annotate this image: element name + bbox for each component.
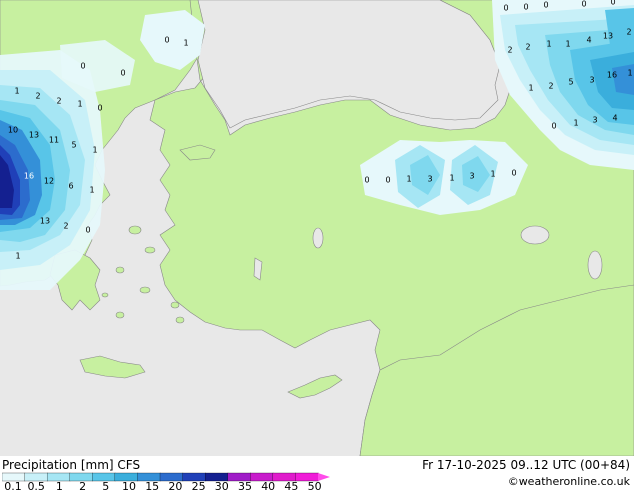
value-label: 3	[589, 76, 594, 85]
value-label: 5	[568, 78, 573, 87]
legend-tick-label: 40	[261, 480, 276, 493]
valid-time: Fr 17-10-2025 09..12 UTC (00+84)	[422, 458, 630, 472]
title-text: Precipitation [mm]	[2, 458, 114, 472]
value-label: 2	[63, 222, 68, 231]
value-label: 0	[85, 226, 90, 235]
value-label: 4	[586, 36, 591, 45]
value-label: 3	[427, 175, 432, 184]
value-label: 1	[490, 170, 495, 179]
value-label: 3	[469, 172, 474, 181]
value-label: 4	[612, 114, 617, 123]
legend-tick-label: 35	[238, 480, 252, 493]
value-label: 0	[385, 176, 390, 185]
value-label: 5	[71, 141, 76, 150]
legend-tick-label: 0.1	[4, 480, 22, 493]
value-label: 0	[164, 36, 169, 45]
value-label: 0	[523, 3, 528, 12]
legend-tick-label: 20	[168, 480, 183, 493]
legend-tick-label: 2	[79, 480, 87, 493]
value-label: 0	[364, 176, 369, 185]
value-label: 1	[528, 84, 533, 93]
value-label: 1	[15, 252, 20, 261]
value-label: 2	[548, 82, 553, 91]
lake-tuz	[312, 227, 324, 249]
legend-tick-label: 45	[284, 480, 299, 493]
value-label: 1	[89, 186, 94, 195]
map-title: Precipitation [mm] CFS	[2, 458, 140, 472]
value-label: 0	[120, 69, 125, 78]
legend-tick-label: 5	[102, 480, 110, 493]
value-label: 0	[610, 0, 615, 7]
value-label: 0	[581, 0, 586, 9]
value-label: 1	[77, 100, 82, 109]
value-label: 1	[565, 40, 570, 49]
value-label: 2	[56, 97, 61, 106]
model-name: CFS	[117, 458, 141, 472]
value-label: 2	[525, 43, 530, 52]
legend-tick-label: 15	[145, 480, 160, 493]
value-label: 2	[626, 28, 631, 37]
value-label: 1	[406, 175, 411, 184]
value-label: 0	[503, 4, 508, 13]
precipitation-map: 0 0 0 0 00 10013 22 2 1 1 416 135214310122 1 01013115…	[0, 0, 634, 456]
value-label: 13	[29, 131, 39, 140]
legend-tick-label: 30	[214, 480, 229, 493]
value-label: 1	[449, 174, 454, 183]
credit-text: ©weatheronline.co.uk	[507, 475, 630, 488]
legend-tick-label: 25	[191, 480, 206, 493]
legend-tick-label: 1	[55, 480, 63, 493]
value-label: 16	[607, 71, 617, 80]
legend-tick-label: 10	[122, 480, 136, 493]
value-label: 1	[546, 40, 551, 49]
value-label: 13	[603, 32, 613, 41]
legend-colorbar	[2, 472, 330, 482]
legend-tick-label: 0.5	[27, 480, 45, 493]
value-label: 1	[183, 39, 188, 48]
value-label: 0	[97, 104, 102, 113]
value-label: 16	[24, 172, 34, 181]
value-label: 2	[35, 92, 40, 101]
value-label: 1	[627, 69, 632, 78]
value-label: 6	[68, 182, 73, 191]
value-label: 0	[511, 169, 516, 178]
value-label: 0	[543, 1, 548, 10]
lake-urmia	[587, 250, 603, 280]
value-label: 3	[592, 116, 597, 125]
value-label: 12	[44, 177, 54, 186]
value-label: 11	[49, 136, 59, 145]
value-label: 2	[507, 46, 512, 55]
legend-tick-label: 50	[307, 480, 322, 493]
lake-van	[520, 225, 550, 245]
value-label: 10	[8, 126, 18, 135]
value-label: 0	[551, 122, 556, 131]
value-label: 13	[40, 217, 50, 226]
value-label: 1	[92, 146, 97, 155]
value-label: 0	[80, 62, 85, 71]
value-label: 1	[14, 87, 19, 96]
value-label: 1	[573, 119, 578, 128]
footer-bar: Precipitation [mm] CFS Fr 17-10-2025 09.…	[0, 456, 634, 493]
